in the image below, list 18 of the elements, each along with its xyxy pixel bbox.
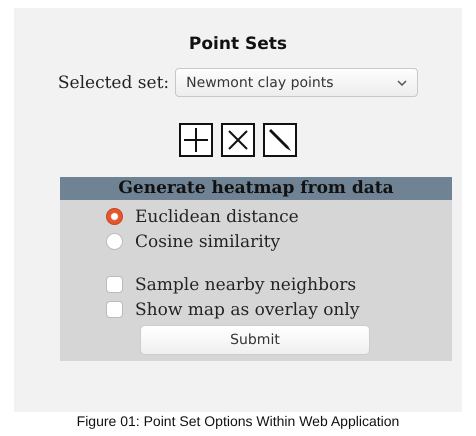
checkbox-label: Show map as overlay only bbox=[135, 300, 360, 320]
radio-label: Euclidean distance bbox=[135, 206, 299, 226]
selected-set-label: Selected set: bbox=[58, 72, 170, 92]
checkbox[interactable] bbox=[106, 301, 123, 318]
chevron-icon bbox=[397, 80, 408, 86]
checkbox-label: Sample nearby neighbors bbox=[135, 274, 356, 294]
radio-button[interactable] bbox=[106, 208, 123, 225]
set-dropdown[interactable]: Newmont clay points bbox=[175, 68, 418, 97]
heatmap-header: Generate heatmap from data bbox=[60, 177, 452, 200]
submit-button[interactable]: Submit bbox=[140, 325, 370, 355]
add-icon[interactable] bbox=[179, 123, 213, 157]
figure-caption: Figure 01: Point Set Options Within Web Application bbox=[76, 413, 400, 429]
radio-button[interactable] bbox=[106, 233, 123, 250]
pencil-icon[interactable] bbox=[263, 123, 297, 157]
radio-label: Cosine similarity bbox=[135, 232, 280, 252]
close-icon[interactable] bbox=[221, 123, 255, 157]
checkbox[interactable] bbox=[106, 276, 123, 293]
panel-title: Point Sets bbox=[188, 34, 288, 54]
